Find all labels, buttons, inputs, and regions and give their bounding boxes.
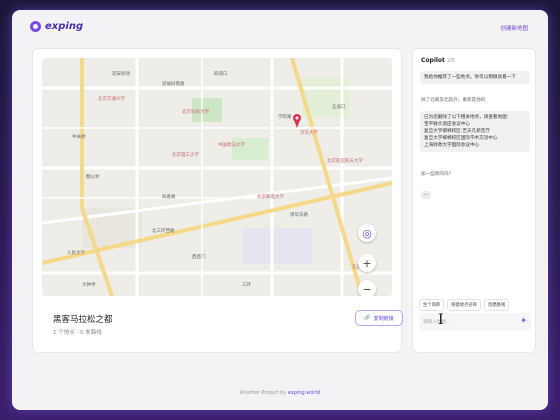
map-label: 双榆树南路 — [162, 80, 185, 87]
copilot-header: Copilot 2/5 — [421, 57, 455, 64]
copy-link-label: 复制链接 — [373, 315, 394, 322]
assistant-message: 我给你推荐了一些地点。你可以稍微具看一下 — [420, 71, 530, 84]
suggestion-chip[interactable]: ... — [421, 191, 431, 199]
locate-button[interactable]: ◎ — [358, 224, 376, 242]
quick-action-button[interactable]: 创建路线 — [483, 299, 510, 311]
zoom-in-button[interactable]: + — [358, 254, 376, 272]
map-label: 北京交通大学 — [98, 95, 125, 102]
map-label: 人民大学 — [67, 249, 85, 256]
map-canvas: 双安商场 双榆树南路 四道口 北京科技大学 中国政法大学 京华大学 北京理工大学… — [42, 58, 392, 296]
text-cursor-icon: I — [438, 312, 444, 328]
user-message: 除了北邮及北航外，重新其他的 — [421, 98, 486, 103]
input-placeholder: 请输入你想... — [423, 320, 451, 325]
map-label: 中关村 — [72, 133, 86, 140]
user-message: 加一些新的吗? — [421, 172, 452, 177]
map-label: 学院路 — [278, 113, 292, 120]
map-view[interactable]: 双安商场 双榆树南路 四道口 北京科技大学 中国政法大学 京华大学 北京理工大学… — [42, 58, 392, 296]
assistant-message: 已为您删除了以下相关地点，请查看地图: 宝平联大酒店会议中心 复旦大学邯郸校区-… — [420, 111, 530, 152]
quick-actions: 生个简称 随意地点名称 创建路线 — [419, 299, 510, 311]
send-icon[interactable]: ✦ — [520, 316, 527, 325]
logo-mark-icon — [30, 21, 41, 32]
footer: Another Project by exping.world — [12, 390, 548, 396]
quick-action-button[interactable]: 随意地点名称 — [447, 299, 481, 311]
park-area — [232, 138, 268, 160]
footer-prefix: Another Project by — [239, 390, 287, 396]
map-label: 北京航空航天大学 — [327, 157, 363, 164]
link-icon: 🔗 — [364, 315, 371, 321]
copilot-panel: Copilot 2/5 我给你推荐了一些地点。你可以稍微具看一下 除了北邮及北航外… — [412, 48, 536, 353]
map-label: 京华大学 — [300, 129, 318, 136]
create-map-link[interactable]: 创建新地图 — [500, 24, 528, 32]
top-bar: exping 创建新地图 — [12, 10, 548, 46]
map-label: 北京邮电大学 — [257, 193, 284, 200]
copilot-count: 2/5 — [446, 58, 455, 64]
map-label: 北京科技大学 — [182, 108, 209, 115]
map-label: 大钟寺 — [82, 281, 96, 288]
map-label: 清华东路 — [290, 211, 308, 218]
map-title: 黑客马拉松之都 — [53, 315, 113, 325]
map-label: 五道口 — [332, 103, 346, 110]
map-label: 双安商场 — [112, 70, 130, 77]
app-window: exping 创建新地图 双安商场 双榆树南路 四道口 北京科技大学 中国政法大… — [12, 10, 548, 410]
map-label: 北三环西路 — [152, 227, 175, 234]
zoom-out-button[interactable]: − — [358, 280, 376, 296]
map-label: 魏公村 — [86, 173, 100, 180]
map-label: 北京理工大学 — [172, 151, 199, 158]
footer-brand-link[interactable]: exping.world — [288, 390, 320, 396]
map-label: 四道口 — [214, 70, 228, 77]
copy-link-button[interactable]: 🔗 复制链接 — [355, 310, 403, 326]
logo-text: exping — [45, 21, 84, 32]
map-card: 双安商场 双榆树南路 四道口 北京科技大学 中国政法大学 京华大学 北京理工大学… — [32, 48, 403, 353]
map-label: 西直门 — [192, 253, 206, 260]
map-label: 知春路 — [162, 193, 176, 200]
map-summary: 1 个地点 · 0 条路线 — [53, 330, 102, 336]
map-label: 三环 — [242, 282, 251, 288]
map-label: 中国政法大学 — [218, 141, 245, 148]
quick-action-button[interactable]: 生个简称 — [419, 299, 445, 311]
block-area — [242, 228, 312, 264]
copilot-title: Copilot — [421, 57, 445, 64]
copilot-input[interactable]: 请输入你想... ✦ — [419, 313, 531, 331]
logo[interactable]: exping — [30, 21, 83, 32]
